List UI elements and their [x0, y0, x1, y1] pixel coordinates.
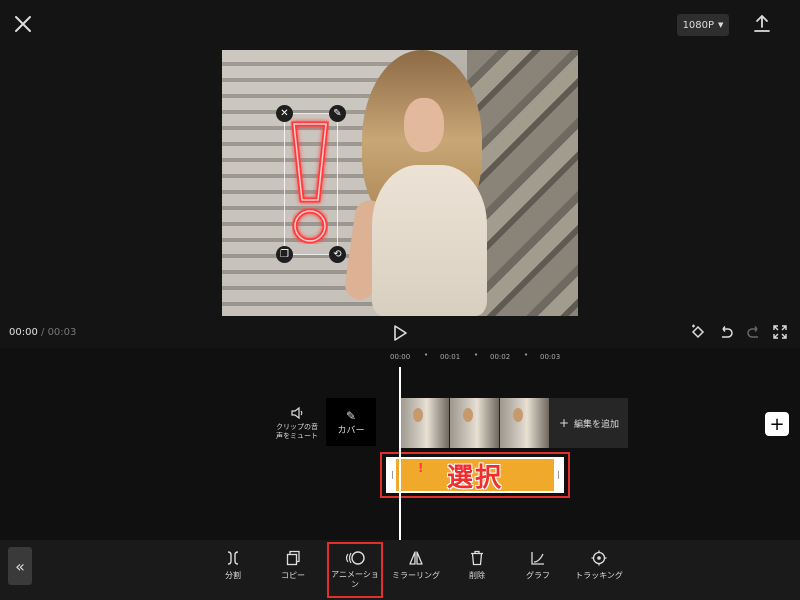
sticker-selection-box: ✕ ✎ ❐ ⟲: [276, 105, 346, 263]
ruler-tick: 00:02: [490, 353, 511, 361]
split-icon: [227, 551, 239, 565]
video-preview[interactable]: [222, 50, 578, 316]
woman-face: [404, 98, 444, 152]
fullscreen-icon[interactable]: [772, 324, 788, 340]
speaker-icon: [291, 406, 303, 420]
collapse-toolbar-button[interactable]: «: [8, 547, 32, 585]
resolution-dropdown[interactable]: 1080P ▼: [677, 14, 729, 36]
ruler-tick: 00:01: [440, 353, 461, 361]
clip-thumbnail: [500, 398, 550, 448]
add-edit-button[interactable]: + 編集を追加: [550, 398, 628, 448]
tracking-button[interactable]: トラッキング: [569, 550, 629, 581]
trim-handle-right[interactable]: [554, 459, 562, 491]
graph-label: グラフ: [526, 571, 550, 580]
playhead[interactable]: [399, 367, 401, 542]
ruler-tick: 00:03: [540, 353, 561, 361]
time-ruler[interactable]: 00:00 • 00:01 • 00:02 • 00:03: [0, 350, 800, 364]
cover-button[interactable]: ✎ カバー: [326, 398, 376, 446]
copy-button[interactable]: コピー: [263, 550, 323, 581]
ruler-dot: •: [474, 351, 479, 359]
export-icon[interactable]: [752, 13, 772, 35]
cover-label: カバー: [337, 425, 365, 436]
split-label: 分割: [225, 571, 241, 580]
close-icon[interactable]: [12, 13, 34, 35]
clip-thumbnail: [450, 398, 500, 448]
plus-icon: +: [558, 416, 570, 430]
play-icon[interactable]: [392, 324, 408, 342]
copy-label: コピー: [281, 571, 305, 580]
pencil-icon: ✎: [345, 408, 357, 423]
add-track-button[interactable]: +: [765, 412, 789, 436]
woman-dress: [372, 165, 487, 316]
sticker-track-label: 選択: [446, 462, 503, 493]
tracking-label: トラッキング: [575, 571, 623, 580]
video-clip[interactable]: [400, 398, 550, 448]
caret-down-icon: ▼: [718, 21, 724, 29]
mute-label: クリップの音声をミュート: [276, 423, 318, 440]
edit-pencil-icon[interactable]: ✎: [329, 105, 346, 122]
ruler-dot: •: [424, 351, 429, 359]
remove-sticker-icon[interactable]: ✕: [276, 105, 293, 122]
keyframe-icon[interactable]: [690, 324, 706, 340]
highlight-box: [327, 542, 383, 598]
sticker-clip-icon: !: [418, 461, 424, 475]
ruler-tick: 00:00: [390, 353, 411, 361]
clip-thumbnail: [400, 398, 450, 448]
mute-clip-audio-button[interactable]: クリップの音声をミュート: [276, 406, 318, 448]
mirror-label: ミラーリング: [392, 571, 440, 580]
graph-icon: [531, 552, 544, 565]
time-readout: 00:00 / 00:03: [9, 327, 76, 338]
delete-button[interactable]: 削除: [447, 550, 507, 581]
sticker-track-clip[interactable]: ! 選択: [386, 457, 564, 493]
mirror-icon: [409, 551, 423, 565]
tracking-icon: [591, 550, 607, 566]
mirror-button[interactable]: ミラーリング: [386, 550, 446, 581]
delete-label: 削除: [469, 571, 485, 580]
resolution-label: 1080P: [682, 19, 715, 31]
redo-icon[interactable]: [746, 324, 762, 340]
rotate-scale-icon[interactable]: ⟲: [329, 246, 346, 263]
graph-button[interactable]: グラフ: [508, 550, 568, 581]
split-button[interactable]: 分割: [203, 550, 263, 581]
double-chevron-left-icon: «: [15, 556, 25, 576]
copy-icon: [286, 550, 300, 566]
ruler-dot: •: [524, 351, 529, 359]
total-time: 00:03: [47, 327, 77, 338]
time-separator: /: [37, 327, 48, 338]
duplicate-icon[interactable]: ❐: [276, 246, 293, 263]
undo-icon[interactable]: [718, 324, 734, 340]
add-edit-label: 編集を追加: [574, 419, 620, 430]
trim-handle-left[interactable]: [388, 459, 396, 491]
plus-icon: +: [769, 413, 785, 435]
current-time: 00:00: [9, 327, 38, 338]
delete-icon: [471, 550, 483, 566]
